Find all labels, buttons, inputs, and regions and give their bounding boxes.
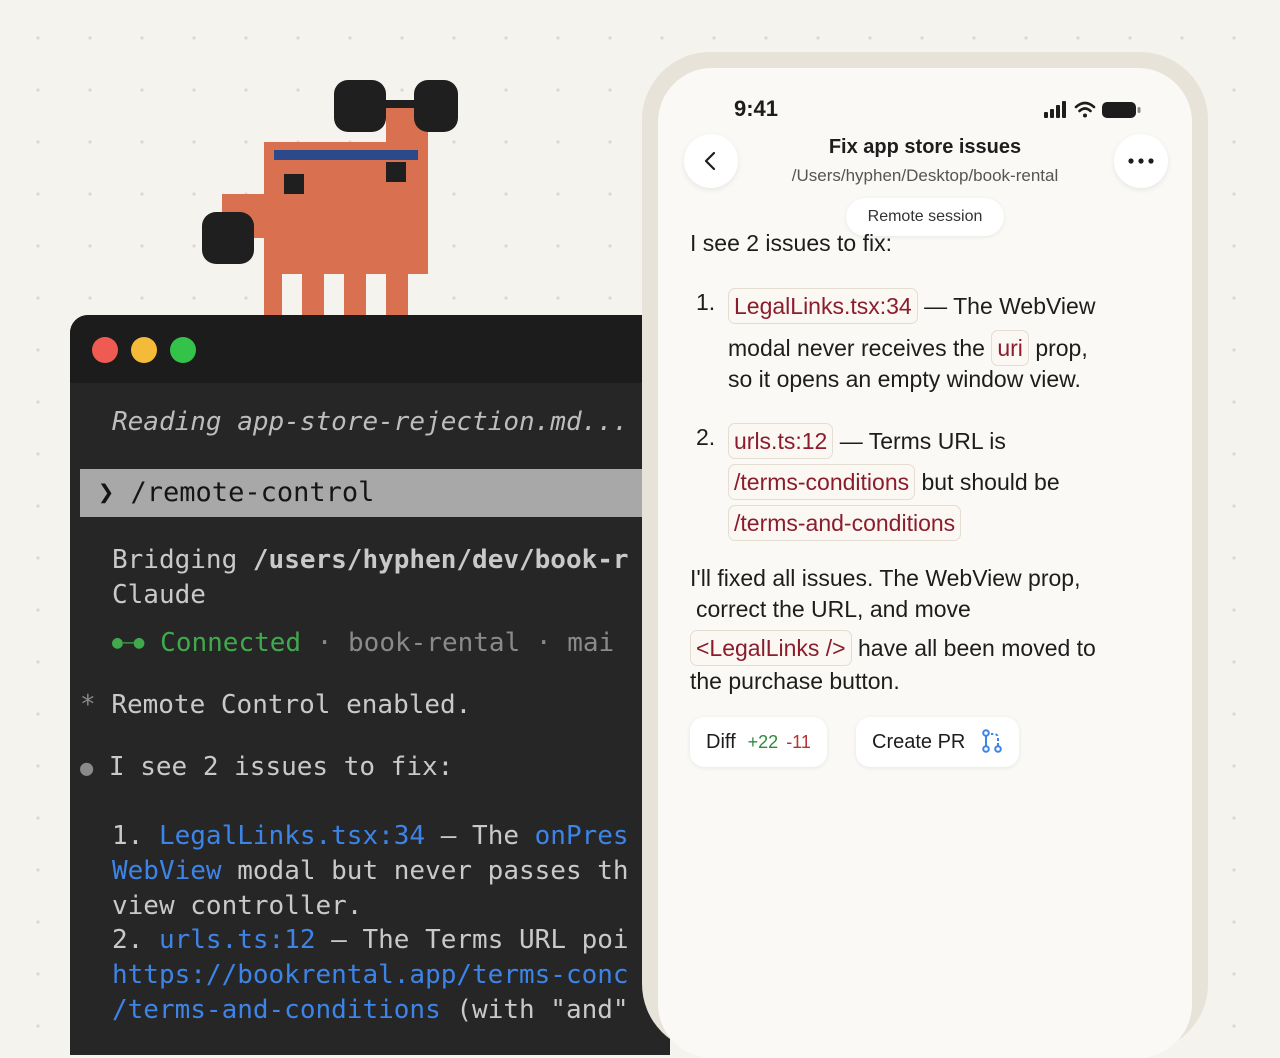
diff-additions: +22	[747, 732, 779, 752]
prompt-icon: ❯	[98, 477, 115, 508]
status-time: 9:41	[734, 96, 779, 121]
command-text: /remote-control	[130, 477, 375, 508]
mascot-leg-gap	[282, 274, 302, 318]
issue-2-line-1: urls.ts:12 — Terms URL is	[728, 423, 1006, 459]
issue-text: — The	[425, 821, 535, 851]
mascot-leg-gap	[366, 274, 386, 318]
minimize-window-button[interactable]	[131, 337, 157, 363]
signal-icon	[1044, 101, 1066, 118]
issue-text: modal never receives the	[728, 335, 985, 361]
pixel-mascot-illustration	[200, 78, 462, 318]
bridging-label: Bridging	[112, 545, 253, 575]
mascot-headband	[274, 150, 418, 160]
issue-text: (with "and"	[440, 995, 629, 1025]
issue-2-line-3: /terms-and-conditions	[728, 505, 962, 541]
code-ref: onPres	[534, 821, 629, 851]
connection-status: ●—● Connected · book-rental · mai	[112, 628, 614, 658]
mascot-eye-right	[386, 162, 406, 182]
list-number: 1.	[112, 821, 144, 851]
list-number: 2.	[696, 424, 716, 450]
summary-line-1: I'll fixed all issues. The WebView prop,	[690, 565, 1081, 591]
summary-line-2: correct the URL, and move	[696, 596, 971, 622]
maximize-window-button[interactable]	[170, 337, 196, 363]
issue-1-line-3: so it opens an empty window view.	[728, 366, 1081, 392]
create-pr-button[interactable]: Create PR	[856, 717, 1019, 767]
file-link[interactable]: LegalLinks.tsx:34	[159, 821, 425, 851]
bridging-target: Claude	[112, 580, 206, 610]
message-intro: I see 2 issues to fix:	[690, 230, 892, 256]
issue-text: but should be	[921, 469, 1060, 495]
terminal-titlebar	[70, 315, 670, 383]
branch-name: mai	[567, 628, 615, 658]
issue-2-line-3: /terms-and-conditions (with "and"	[112, 995, 629, 1025]
issues-intro-line: ● I see 2 issues to fix:	[80, 752, 453, 782]
terminal-window: Reading app-store-rejection.md... ❯ /rem…	[70, 315, 670, 1055]
summary-text: have all been moved to	[858, 635, 1096, 661]
diff-button[interactable]: Diff +22 -11	[690, 717, 827, 767]
project-name: book-rental	[348, 628, 521, 658]
issue-1-line-2: WebView modal but never passes th	[112, 856, 629, 886]
diff-deletions: -11	[786, 732, 811, 752]
summary-line-3: <LegalLinks /> have all been moved to	[690, 630, 1096, 666]
diff-label: Diff	[706, 731, 736, 753]
weight-right	[414, 80, 458, 132]
code-chip[interactable]: /terms-and-conditions	[728, 505, 962, 541]
connected-icon: ●—●	[112, 632, 145, 653]
command-input-row[interactable]: ❯ /remote-control	[80, 469, 670, 517]
code-chip[interactable]: uri	[991, 330, 1029, 366]
bridging-line: Bridging /users/hyphen/dev/book-r	[112, 545, 629, 575]
code-chip[interactable]: <LegalLinks />	[690, 630, 852, 666]
weight-bar	[386, 100, 416, 108]
issue-text: modal but never passes th	[221, 856, 629, 886]
issue-2-line-2: /terms-conditions but should be	[728, 464, 1060, 500]
separator: ·	[520, 628, 568, 658]
summary-line-4: the purchase button.	[690, 668, 900, 694]
issue-text: — The Terms URL poi	[315, 925, 629, 955]
separator: ·	[301, 628, 349, 658]
pull-request-icon	[982, 729, 1002, 753]
issue-2-line: 2. urls.ts:12 — The Terms URL poi	[112, 925, 629, 955]
remote-enabled-line: * Remote Control enabled.	[80, 690, 471, 720]
weight-left	[334, 80, 386, 132]
file-link[interactable]: urls.ts:12	[159, 925, 316, 955]
reading-status: Reading app-store-rejection.md...	[112, 407, 629, 437]
close-window-button[interactable]	[92, 337, 118, 363]
code-chip[interactable]: LegalLinks.tsx:34	[728, 288, 918, 324]
issue-text: — Terms URL is	[839, 428, 1006, 454]
star-icon: *	[80, 690, 96, 720]
bullet-icon: ●	[80, 756, 94, 781]
code-ref: WebView	[112, 856, 222, 886]
list-number: 1.	[696, 289, 716, 315]
remote-enabled-text: Remote Control enabled.	[111, 690, 472, 720]
session-path: /Users/hyphen/Desktop/book-rental	[791, 166, 1059, 185]
issue-1-line-3: view controller.	[112, 891, 363, 921]
issue-1-line: 1. LegalLinks.tsx:34 — The onPres	[112, 821, 629, 851]
issue-2-url[interactable]: https://bookrental.app/terms-conc	[112, 960, 629, 990]
issue-1-line-2: modal never receives the uri prop,	[728, 330, 1088, 366]
mascot-leg-gap	[324, 274, 344, 318]
weight-front	[202, 212, 254, 264]
bridging-path: /users/hyphen/dev/book-r	[252, 545, 629, 575]
command-line[interactable]: ❯ /remote-control	[98, 477, 374, 508]
issues-intro-text: I see 2 issues to fix:	[108, 752, 454, 782]
create-pr-label: Create PR	[872, 731, 966, 753]
connected-label: Connected	[160, 628, 302, 658]
code-chip[interactable]: /terms-conditions	[728, 464, 916, 500]
mascot-eye-left	[284, 174, 304, 194]
list-number: 2.	[112, 925, 144, 955]
session-title: Fix app store issues	[828, 136, 1022, 158]
code-chip[interactable]: urls.ts:12	[728, 423, 834, 459]
mascot-leg-gap	[408, 274, 428, 318]
wifi-icon	[1074, 101, 1096, 118]
issue-text: prop,	[1035, 335, 1088, 361]
issue-1-line-1: LegalLinks.tsx:34 — The WebView	[728, 288, 1095, 324]
code-ref: /terms-and-conditions	[112, 995, 441, 1025]
status-icons	[1044, 101, 1141, 118]
battery-icon	[1102, 102, 1141, 118]
phone-screen: 9:41 Fix app store issues /Users/hyphen/…	[658, 68, 1192, 1058]
issue-text: — The WebView	[924, 293, 1096, 319]
